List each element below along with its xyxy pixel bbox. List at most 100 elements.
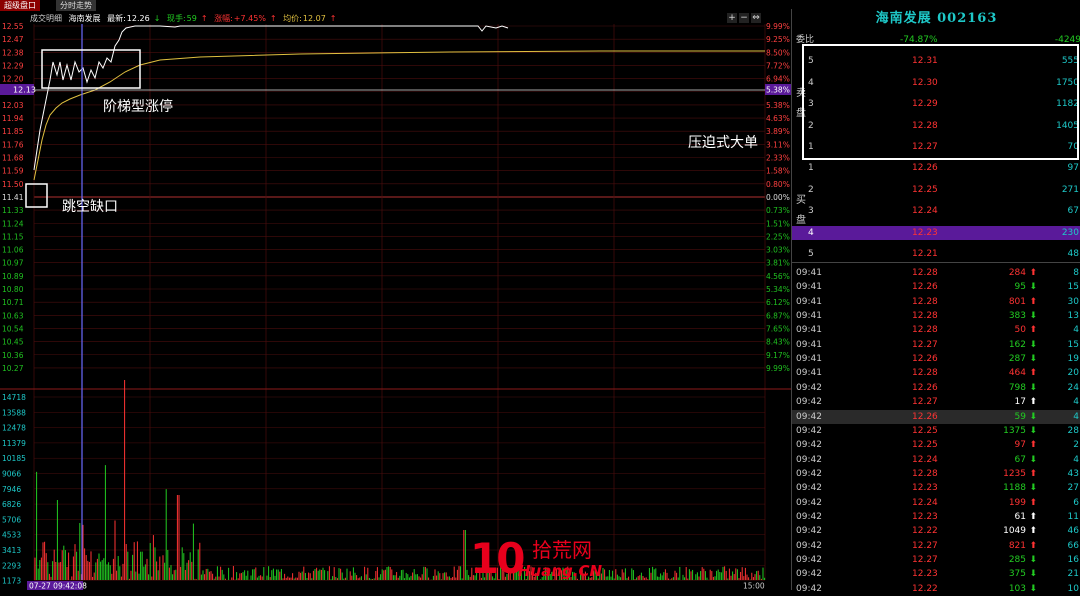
price-tick-label: 10.27 bbox=[2, 364, 24, 373]
bid-level: 2 bbox=[808, 184, 814, 195]
trade-volume: 95 bbox=[1014, 282, 1026, 293]
trade-time: 09:41 bbox=[796, 296, 822, 307]
pct-tick-label: 7.72% bbox=[766, 61, 790, 70]
pct-tick-label: 1.58% bbox=[766, 167, 790, 176]
trade-count: 20 bbox=[1067, 368, 1079, 379]
trade-volume: 284 bbox=[1008, 268, 1026, 278]
bid-row[interactable]: 2 12.25 271 bbox=[792, 183, 1080, 197]
trade-volume: 285 bbox=[1008, 555, 1026, 565]
pct-tick-label: 7.65% bbox=[766, 324, 790, 333]
trade-time: 09:42 bbox=[796, 569, 822, 580]
trade-row[interactable]: 09:42 12.28 1235 ⬆ 43 bbox=[792, 467, 1080, 481]
trade-row[interactable]: 09:42 12.22 103 ⬇ 10 bbox=[792, 582, 1080, 596]
pct-tick-label: 6.12% bbox=[766, 298, 790, 307]
trade-row[interactable]: 09:41 12.26 95 ⬇ 15 bbox=[792, 280, 1080, 294]
price-tick-label: 12.47 bbox=[2, 35, 24, 44]
price-tick-label: 11.94 bbox=[2, 114, 24, 123]
pct-tick-label: 2.25% bbox=[766, 232, 790, 241]
up-arrow-icon: ⬆ bbox=[1029, 296, 1037, 307]
trade-row[interactable]: 09:42 12.24 199 ⬆ 6 bbox=[792, 496, 1080, 510]
trade-count: 15 bbox=[1067, 339, 1079, 350]
bid-row[interactable]: 5 12.21 48 bbox=[792, 247, 1080, 261]
trade-volume: 798 bbox=[1008, 382, 1026, 393]
trade-row[interactable]: 09:42 12.25 1375 ⬇ 28 bbox=[792, 424, 1080, 438]
price-tick-label: 11.33 bbox=[2, 206, 24, 215]
trade-volume: 1375 bbox=[1003, 425, 1026, 436]
price-tick-label: 12.03 bbox=[2, 101, 24, 110]
trade-row[interactable]: 09:42 12.22 1049 ⬆ 46 bbox=[792, 524, 1080, 538]
trade-row[interactable]: 09:41 12.28 464 ⬆ 20 bbox=[792, 366, 1080, 380]
pct-tick-label: 9.17% bbox=[766, 351, 790, 360]
trade-row[interactable]: 09:41 12.28 801 ⬆ 30 bbox=[792, 295, 1080, 309]
trade-row[interactable]: 09:42 12.27 821 ⬆ 66 bbox=[792, 539, 1080, 553]
trade-count: 28 bbox=[1067, 425, 1079, 436]
down-arrow-icon: ⬇ bbox=[1029, 425, 1037, 436]
trade-row[interactable]: 09:41 12.27 162 ⬇ 15 bbox=[792, 338, 1080, 352]
trade-row[interactable]: 09:42 12.23 1188 ⬇ 27 bbox=[792, 481, 1080, 495]
watermark-logo: 10 拾荒网 Huang.CN bbox=[470, 534, 610, 584]
volume-tick-label: 12478 bbox=[2, 424, 26, 433]
bid-row[interactable]: 3 12.24 67 bbox=[792, 204, 1080, 218]
trade-row[interactable]: 09:42 12.23 61 ⬆ 11 bbox=[792, 510, 1080, 524]
pct-tick-label: 1.51% bbox=[766, 219, 790, 228]
trade-price: 12.27 bbox=[912, 555, 938, 565]
trade-volume: 821 bbox=[1008, 540, 1026, 551]
trade-count: 16 bbox=[1067, 555, 1079, 565]
trade-row[interactable]: 09:42 12.25 97 ⬆ 2 bbox=[792, 438, 1080, 452]
pct-tick-label: 8.50% bbox=[766, 48, 790, 57]
trade-time: 09:41 bbox=[796, 325, 822, 336]
trade-time: 09:41 bbox=[796, 368, 822, 379]
trade-time: 09:42 bbox=[796, 411, 822, 422]
down-arrow-icon: ⬇ bbox=[1029, 569, 1037, 580]
down-arrow-icon: ⬇ bbox=[1029, 454, 1037, 465]
intraday-chart[interactable]: 12.5512.4712.3812.2912.2012.1112.0311.94… bbox=[0, 0, 791, 590]
down-arrow-icon: ⬇ bbox=[1029, 483, 1037, 494]
pressure-annotation-box bbox=[802, 44, 1079, 160]
bid-row[interactable]: 1 12.26 97 bbox=[792, 161, 1080, 175]
trade-count: 4 bbox=[1073, 325, 1079, 336]
bid-row[interactable]: 4 12.23 230 bbox=[792, 225, 1080, 240]
trade-volume: 199 bbox=[1008, 497, 1026, 508]
trade-count: 10 bbox=[1067, 583, 1079, 594]
trade-row[interactable]: 09:41 12.28 50 ⬆ 4 bbox=[792, 323, 1080, 337]
trade-volume: 287 bbox=[1008, 354, 1026, 365]
trade-count: 4 bbox=[1073, 397, 1079, 408]
trade-count: 43 bbox=[1067, 468, 1079, 479]
pct-tick-label: 9.25% bbox=[766, 35, 790, 44]
trade-row[interactable]: 09:42 12.23 375 ⬇ 21 bbox=[792, 567, 1080, 581]
time-start-label: 07-27 09:42:08 bbox=[29, 582, 87, 591]
trade-volume: 97 bbox=[1014, 440, 1026, 451]
down-arrow-icon: ⬇ bbox=[1029, 411, 1037, 422]
trade-count: 4 bbox=[1073, 454, 1079, 465]
pct-tick-label: 3.03% bbox=[766, 246, 790, 255]
price-tick-label: 10.45 bbox=[2, 338, 24, 347]
up-arrow-icon: ⬆ bbox=[1029, 440, 1037, 451]
price-tick-label: 10.97 bbox=[2, 259, 24, 268]
price-tick-label: 12.29 bbox=[2, 61, 24, 70]
down-arrow-icon: ⬇ bbox=[1029, 311, 1037, 322]
price-tick-label: 11.50 bbox=[2, 180, 24, 189]
trade-count: 66 bbox=[1067, 540, 1079, 551]
down-arrow-icon: ⬇ bbox=[1029, 583, 1037, 594]
trade-price: 12.26 bbox=[912, 354, 938, 365]
price-tick-label: 10.54 bbox=[2, 324, 24, 333]
up-arrow-icon: ⬆ bbox=[1029, 497, 1037, 508]
trade-row[interactable]: 09:42 12.24 67 ⬇ 4 bbox=[792, 453, 1080, 467]
bid-volume: 271 bbox=[1061, 184, 1079, 195]
pct-tick-label: 0.80% bbox=[766, 180, 790, 189]
trade-row[interactable]: 09:42 12.27 285 ⬇ 16 bbox=[792, 553, 1080, 567]
pct-tick-label: 0.00% bbox=[766, 193, 790, 202]
trade-row[interactable]: 09:42 12.26 59 ⬇ 4 bbox=[792, 409, 1080, 424]
volume-tick-label: 5706 bbox=[2, 515, 21, 524]
trade-row[interactable]: 09:42 12.26 798 ⬇ 24 bbox=[792, 381, 1080, 395]
volume-tick-label: 6826 bbox=[2, 500, 21, 509]
trade-time: 09:42 bbox=[796, 454, 822, 465]
trade-row[interactable]: 09:41 12.28 383 ⬇ 13 bbox=[792, 309, 1080, 323]
stock-title: 海南发展 002163 bbox=[875, 11, 998, 26]
trade-price: 12.27 bbox=[912, 540, 938, 551]
trade-row[interactable]: 09:42 12.27 17 ⬆ 4 bbox=[792, 395, 1080, 409]
trade-count: 46 bbox=[1067, 526, 1079, 537]
trade-row[interactable]: 09:41 12.26 287 ⬇ 19 bbox=[792, 352, 1080, 366]
trade-row[interactable]: 09:41 12.28 284 ⬆ 8 bbox=[792, 266, 1080, 280]
trade-time: 09:41 bbox=[796, 354, 822, 365]
